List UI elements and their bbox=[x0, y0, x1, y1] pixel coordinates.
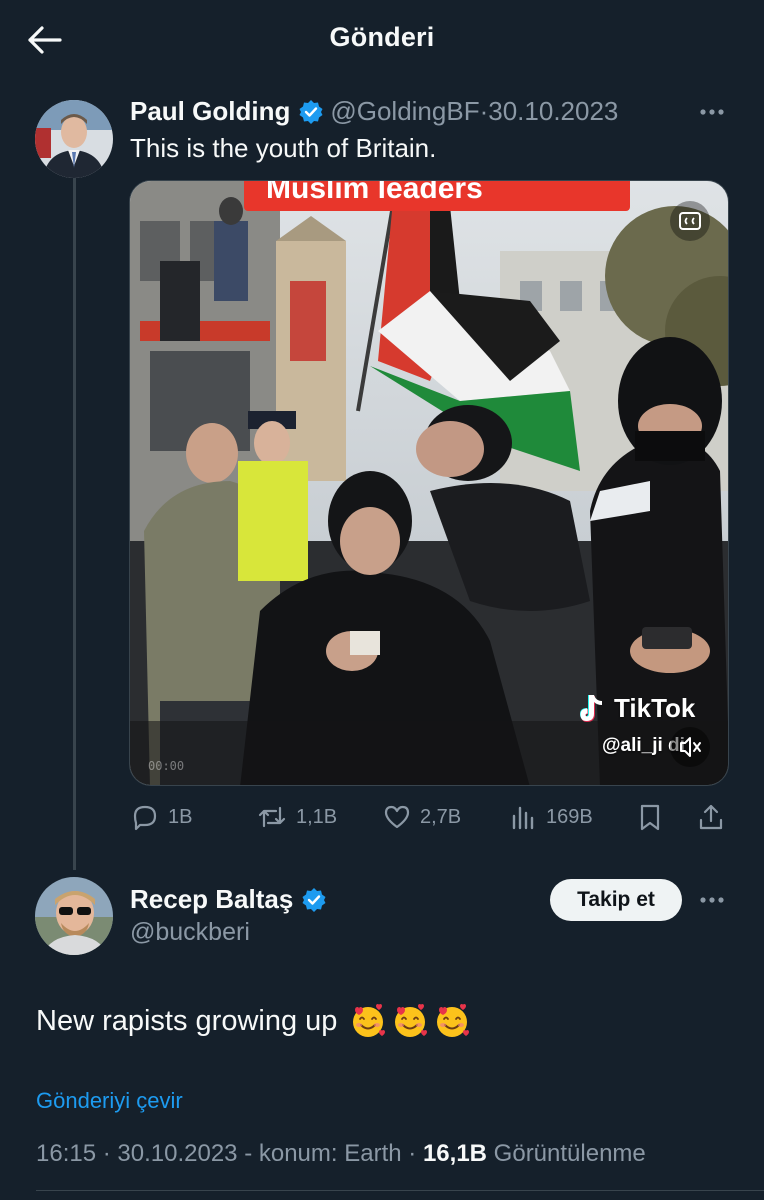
like-button[interactable]: 2,7B bbox=[382, 800, 461, 834]
post1-separator: · bbox=[479, 96, 489, 126]
mute-toggle-icon[interactable] bbox=[670, 727, 710, 767]
tiktok-logo-icon bbox=[580, 695, 602, 722]
smiling-face-with-hearts-icon bbox=[391, 1002, 429, 1040]
post1-handle[interactable]: @GoldingBF bbox=[330, 96, 479, 127]
bookmark-button[interactable] bbox=[636, 800, 672, 834]
top-bar: Gönderi bbox=[0, 0, 764, 80]
reply-icon bbox=[133, 805, 157, 831]
post1-date[interactable]: 30.10.2023 bbox=[488, 96, 618, 127]
post2-views-count: 16,1B bbox=[422, 1140, 487, 1167]
tiktok-brand-text: TikTok bbox=[614, 692, 696, 723]
post2-date[interactable]: 30.10.2023 bbox=[117, 1140, 237, 1167]
repost-icon bbox=[258, 806, 286, 828]
share-button[interactable] bbox=[696, 800, 734, 834]
post1-video[interactable]: Muslim leaders TikTok @ali_ji di 00:00 bbox=[129, 180, 729, 786]
reply-button[interactable]: 1B bbox=[130, 800, 192, 834]
post2-views-label: Görüntülenme bbox=[493, 1140, 646, 1167]
post1-action-bar: 1B 1,1B 2,7B 169B bbox=[130, 800, 730, 836]
post2-location: - konum: Earth bbox=[244, 1140, 402, 1167]
post2-author-row: Recep Baltaş bbox=[130, 884, 333, 915]
heart-icon bbox=[384, 805, 410, 829]
video-timecode: 00:00 bbox=[148, 759, 185, 773]
follow-button[interactable]: Takip et bbox=[550, 879, 682, 921]
views-button[interactable]: 169B bbox=[510, 800, 593, 834]
smiling-face-with-hearts-icon bbox=[349, 1002, 387, 1040]
avatar-paul-golding[interactable] bbox=[35, 100, 113, 178]
post-detail-page: Gönderi Paul Golding @GoldingBF · 30.10.… bbox=[0, 0, 764, 1200]
tiktok-watermark: TikTok bbox=[574, 691, 695, 725]
post2-more-options-icon[interactable] bbox=[694, 890, 730, 910]
thread-connector-line bbox=[73, 176, 76, 870]
captions-icon[interactable] bbox=[670, 201, 710, 241]
verified-badge-icon bbox=[301, 887, 327, 913]
repost-button[interactable]: 1,1B bbox=[256, 800, 337, 834]
reply-count: 1B bbox=[168, 805, 193, 828]
bookmark-icon bbox=[640, 804, 660, 831]
post2-handle[interactable]: @buckberi bbox=[130, 918, 250, 947]
like-count: 2,7B bbox=[420, 805, 462, 828]
share-icon bbox=[699, 804, 723, 830]
post2-meta-row: 16:15 · 30.10.2023 - konum: Earth · 16,1… bbox=[36, 1140, 646, 1168]
verified-badge-icon bbox=[298, 99, 324, 125]
views-chart-icon bbox=[512, 806, 534, 830]
avatar-recep-baltas[interactable] bbox=[35, 877, 113, 955]
page-title: Gönderi bbox=[329, 22, 435, 52]
post2-text-row: New rapists growing up bbox=[36, 1002, 471, 1040]
meta-separator: · bbox=[102, 1140, 118, 1167]
post1-more-options-icon[interactable] bbox=[694, 102, 730, 122]
post2-author-name[interactable]: Recep Baltaş bbox=[130, 884, 293, 915]
post1-text: This is the youth of Britain. bbox=[130, 133, 437, 163]
views-count: 169B bbox=[546, 805, 593, 828]
smiling-face-with-hearts-icon bbox=[433, 1002, 471, 1040]
post2-time[interactable]: 16:15 bbox=[36, 1140, 96, 1167]
repost-count: 1,1B bbox=[296, 805, 338, 828]
translate-post-link[interactable]: Gönderiyi çevir bbox=[36, 1088, 183, 1114]
meta-separator: · bbox=[408, 1140, 423, 1167]
video-banner-text: Muslim leaders bbox=[244, 181, 630, 211]
post1-author-row: Paul Golding @GoldingBF · 30.10.2023 bbox=[130, 96, 618, 127]
divider bbox=[36, 1190, 764, 1191]
post2-text: New rapists growing up bbox=[36, 1004, 338, 1037]
post1-author-name[interactable]: Paul Golding bbox=[130, 96, 290, 127]
